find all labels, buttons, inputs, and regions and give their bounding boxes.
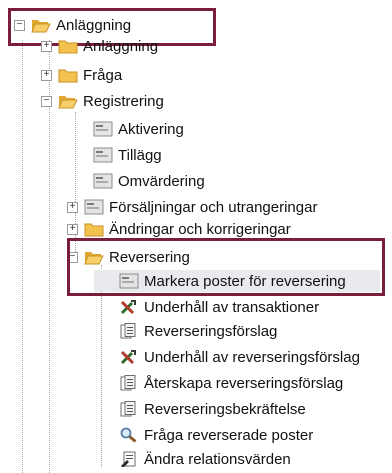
form-icon (93, 147, 113, 163)
tree-item-label: Fråga reverserade poster (144, 426, 314, 444)
tree-item-forsaljningar[interactable]: + Försäljningar och utrangeringar (67, 196, 317, 218)
folder-icon (58, 67, 78, 83)
tree-item-label: Omvärdering (118, 172, 205, 190)
folder-icon (84, 221, 104, 237)
folder-icon (58, 38, 78, 54)
tools-icon (119, 299, 137, 315)
tree-item-bekraftelse[interactable]: Reverseringsbekräftelse (119, 398, 306, 420)
edit-document-icon (119, 451, 137, 468)
tree-connector (22, 40, 23, 473)
tree-item-registrering[interactable]: − Registrering (41, 90, 164, 112)
tree-item-label: Reverseringsförslag (144, 322, 278, 340)
tree-item-fraga[interactable]: + Fråga (41, 64, 122, 86)
tree-item-tillagg[interactable]: Tillägg (93, 144, 162, 166)
tree-item-andra-relationsvarden[interactable]: Ändra relationsvärden (119, 448, 291, 470)
expand-toggle[interactable]: + (67, 201, 78, 213)
tree-item-label: Registrering (83, 92, 164, 110)
tree-item-label: Aktivering (118, 120, 184, 138)
form-icon (93, 121, 113, 137)
expand-toggle[interactable]: + (67, 223, 78, 235)
tree-item-anlaggning[interactable]: + Anläggning (41, 36, 158, 56)
collapse-toggle[interactable]: − (41, 95, 52, 107)
tools-icon (119, 349, 137, 365)
tree-item-label: Reverseringsbekräftelse (144, 400, 306, 418)
magnifier-icon (119, 427, 137, 443)
form-icon (93, 173, 113, 189)
folder-open-icon (58, 93, 78, 109)
report-icon (119, 375, 137, 391)
tree-item-andringar[interactable]: + Ändringar och korrigeringar (67, 220, 291, 238)
tree-item-label: Anläggning (83, 37, 159, 55)
tree-item-label: Underhåll av transaktioner (144, 298, 320, 316)
tree-item-reverseringsforslag[interactable]: Reverseringsförslag (119, 320, 277, 342)
expand-toggle[interactable]: + (41, 40, 52, 52)
tree-item-aktivering[interactable]: Aktivering (93, 118, 184, 140)
expand-toggle[interactable]: + (41, 69, 52, 81)
report-icon (119, 401, 137, 417)
tree-item-label: Underhåll av reverseringsförslag (144, 348, 360, 366)
tree-item-label: Fråga (83, 66, 123, 84)
tree-item-label: Ändringar och korrigeringar (109, 220, 291, 238)
tree-item-fraga-reverserade[interactable]: Fråga reverserade poster (119, 424, 313, 446)
tree-item-aterskapa[interactable]: Återskapa reverseringsförslag (119, 372, 343, 394)
highlight-box (67, 238, 385, 296)
tree-item-omvardering[interactable]: Omvärdering (93, 170, 205, 192)
tree-item-label: Ändra relationsvärden (144, 450, 291, 468)
tree-item-label: Återskapa reverseringsförslag (144, 374, 344, 392)
form-icon (84, 199, 104, 215)
tree-item-label: Försäljningar och utrangeringar (109, 198, 318, 216)
tree-item-underhall-forslag[interactable]: Underhåll av reverseringsförslag (119, 346, 360, 368)
tree-item-underhall-transaktioner[interactable]: Underhåll av transaktioner (119, 296, 319, 318)
report-icon (119, 323, 137, 339)
tree-item-label: Tillägg (118, 146, 162, 164)
